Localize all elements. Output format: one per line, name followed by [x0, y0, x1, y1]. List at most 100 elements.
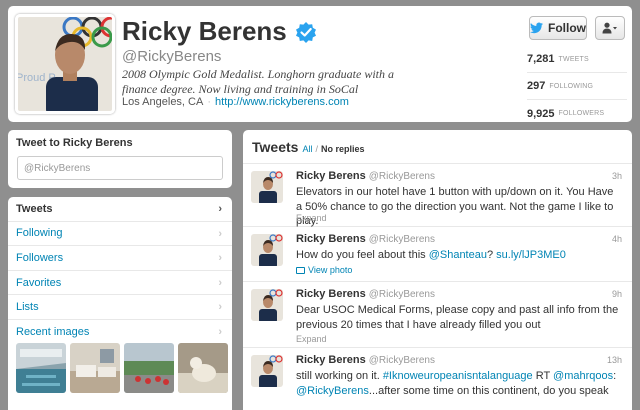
timeline-title: Tweets — [252, 139, 299, 155]
stat-followers[interactable]: 9,925 FOLLOWERS — [527, 100, 627, 127]
tweet-text: Dear USOC Medical Forms, please copy and… — [296, 304, 619, 331]
tweet-expand-link[interactable]: Expand — [296, 213, 327, 223]
tweet-to-box: Tweet to Ricky Berens @RickyBerens — [8, 130, 232, 188]
tweet-mention-link[interactable]: @RickyBerens — [296, 385, 369, 397]
tweet-hashtag-link[interactable]: #Iknoweuropeanisntalanguage — [383, 370, 533, 382]
tweets-timeline: Tweets All / No replies Ricky Berens @Ric… — [243, 130, 632, 410]
follow-button-label: Follow — [548, 21, 586, 35]
profile-name: Ricky Berens — [122, 16, 287, 46]
tweet[interactable]: Ricky Berens @RickyBerens 4h How do you f… — [243, 227, 632, 282]
chevron-right-icon: › — [218, 325, 222, 338]
verified-badge-icon — [295, 21, 316, 43]
stat-label: FOLLOWING — [549, 82, 594, 90]
recent-image-thumbnail[interactable] — [178, 343, 228, 393]
tweet-mention-link[interactable]: @mahrqoos — [553, 370, 613, 382]
nav-item-tweets[interactable]: Tweets › — [8, 197, 232, 222]
tweet-text-part: How do you feel about this — [296, 249, 429, 261]
tweet-timestamp[interactable]: 9h — [612, 289, 622, 299]
profile-url-link[interactable]: http://www.rickyberens.com — [215, 96, 349, 108]
tweet-author-name[interactable]: Ricky Berens — [296, 233, 366, 245]
tweet-to-input[interactable]: @RickyBerens — [17, 156, 223, 180]
tweet-avatar[interactable] — [251, 171, 283, 203]
nav-item-label: Recent images — [16, 326, 90, 339]
recent-image-thumbnail[interactable] — [16, 343, 66, 393]
nav-item-favorites[interactable]: Favorites › — [8, 271, 232, 296]
tweet-text: How do you feel about this @Shanteau? su… — [296, 248, 621, 263]
profile-avatar[interactable]: Proud P — [15, 14, 115, 114]
tweet-to-title: Tweet to Ricky Berens — [16, 137, 133, 149]
profile-handle: @RickyBerens — [122, 48, 222, 65]
tweet-avatar[interactable] — [251, 355, 283, 387]
stat-following[interactable]: 297 FOLLOWING — [527, 73, 627, 100]
tweet-mention-link[interactable]: @Shanteau — [429, 249, 487, 261]
tweet-url-link[interactable]: su.ly/lJP3ME0 — [496, 249, 566, 261]
tweet[interactable]: Ricky Berens @RickyBerens 9h Dear USOC Me… — [243, 282, 632, 348]
tweet-timestamp[interactable]: 3h — [612, 171, 622, 181]
nav-item-label: Tweets — [16, 202, 53, 215]
separator: · — [207, 96, 212, 108]
tweet-author-handle[interactable]: @RickyBerens — [369, 171, 435, 182]
stat-value: 9,925 — [527, 107, 555, 120]
view-photo-label: View photo — [308, 265, 353, 275]
nav-item-lists[interactable]: Lists › — [8, 295, 232, 320]
profile-stats: 7,281 TWEETS 297 FOLLOWING 9,925 FOLLOWE… — [527, 46, 627, 127]
timeline-header: Tweets All / No replies — [243, 130, 632, 164]
tweet-timestamp[interactable]: 13h — [607, 355, 622, 365]
chevron-right-icon: › — [218, 276, 222, 289]
follow-button[interactable]: Follow — [529, 16, 587, 40]
chevron-right-icon: › — [218, 301, 222, 314]
twitter-bird-icon — [530, 22, 543, 34]
stat-value: 297 — [527, 80, 546, 92]
filter-all-link[interactable]: All — [302, 144, 312, 154]
view-photo-link[interactable]: View photo — [296, 265, 352, 275]
profile-location-row: Los Angeles, CA · http://www.rickyberens.c… — [122, 96, 349, 108]
chevron-right-icon: › — [218, 203, 222, 215]
tweet-author-name[interactable]: Ricky Berens — [296, 354, 366, 366]
tweet-meta: Ricky Berens @RickyBerens — [296, 288, 435, 300]
tweet-author-handle[interactable]: @RickyBerens — [369, 234, 435, 245]
tweet-timestamp[interactable]: 4h — [612, 234, 622, 244]
tweet-author-name[interactable]: Ricky Berens — [296, 288, 366, 300]
tweet-text-part: ? — [486, 249, 497, 261]
profile-location: Los Angeles, CA — [122, 96, 204, 108]
recent-image-thumbnail[interactable] — [70, 343, 120, 393]
nav-item-following[interactable]: Following › — [8, 222, 232, 247]
user-actions-dropdown-button[interactable] — [595, 16, 625, 40]
stat-label: FOLLOWERS — [558, 110, 605, 117]
profile-nav: Tweets › Following › Followers › Favorit… — [8, 197, 232, 410]
profile-bio: 2008 Olympic Gold Medalist. Longhorn gra… — [122, 67, 394, 96]
tweet-text: still working on it. #Iknoweuropeanisnta… — [296, 369, 621, 398]
filter-separator: / — [315, 144, 318, 154]
tweet-meta: Ricky Berens @RickyBerens — [296, 170, 435, 182]
tweet[interactable]: Ricky Berens @RickyBerens 3h Elevators in… — [243, 164, 632, 227]
recent-images-strip — [16, 343, 228, 393]
stat-value: 7,281 — [527, 53, 555, 65]
tweet-avatar[interactable] — [251, 234, 283, 266]
tweet-text-part: RT — [532, 370, 554, 382]
tweet[interactable]: Ricky Berens @RickyBerens 13h still worki… — [243, 348, 632, 410]
stat-tweets[interactable]: 7,281 TWEETS — [527, 46, 627, 73]
tweet-text-part: still working on it. — [296, 370, 383, 382]
nav-item-label: Following — [16, 227, 63, 240]
recent-image-thumbnail[interactable] — [124, 343, 174, 393]
tweet-avatar[interactable] — [251, 289, 283, 321]
nav-item-label: Followers — [16, 251, 64, 264]
tweet-author-name[interactable]: Ricky Berens — [296, 170, 366, 182]
tweet-author-handle[interactable]: @RickyBerens — [369, 289, 435, 300]
tweet-text-part: : — [613, 370, 617, 382]
tweet-meta: Ricky Berens @RickyBerens — [296, 233, 435, 245]
photo-icon — [296, 267, 305, 274]
user-dropdown-icon — [602, 22, 617, 34]
tweet-author-handle[interactable]: @RickyBerens — [369, 355, 435, 366]
tweet-meta: Ricky Berens @RickyBerens — [296, 354, 435, 366]
tweet-text: Elevators in our hotel have 1 button wit… — [296, 186, 614, 227]
tweet-expand-link[interactable]: Expand — [296, 334, 327, 344]
chevron-right-icon: › — [218, 227, 222, 240]
chevron-right-icon: › — [218, 252, 222, 265]
nav-item-followers[interactable]: Followers › — [8, 246, 232, 271]
nav-item-label: Lists — [16, 301, 39, 314]
filter-no-replies-link[interactable]: No replies — [321, 144, 365, 154]
stat-label: TWEETS — [558, 55, 589, 63]
nav-item-recent-images[interactable]: Recent images › — [8, 320, 232, 345]
tweet-text-part: ...after some time on this continent, do… — [368, 384, 609, 397]
